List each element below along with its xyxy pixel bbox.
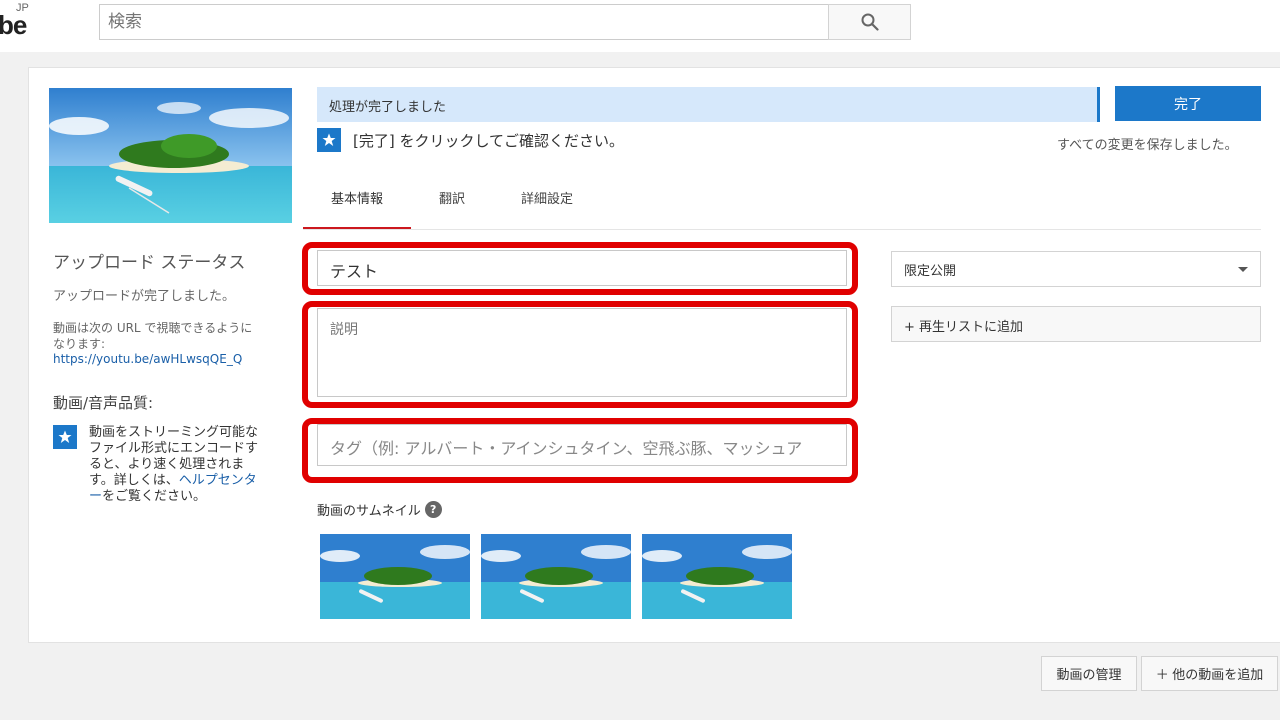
confirm-message: [完了] をクリックしてご確認ください。 xyxy=(317,128,624,152)
thumbnail-label: 動画のサムネイル xyxy=(317,504,421,519)
highlight-box xyxy=(302,242,858,295)
url-description: 動画は次の URL で視聴できるように xyxy=(53,321,253,335)
upload-status-title: アップロード ステータス xyxy=(53,253,246,273)
edit-tabs: 基本情報 翻訳 詳細設定 xyxy=(303,174,601,230)
search-button[interactable] xyxy=(828,4,911,40)
quality-text-line: ると、より速く処理されま xyxy=(89,457,245,472)
quality-text-line: をご覧ください。 xyxy=(102,489,207,504)
quality-info: 動画をストリーミング可能な ファイル形式にエンコードす ると、より速く処理されま… xyxy=(53,425,288,505)
privacy-select[interactable]: 限定公開 xyxy=(891,251,1261,287)
chevron-down-icon xyxy=(1238,266,1248,272)
quality-text-line: 動画をストリーミング可能な xyxy=(89,425,259,440)
video-preview-image xyxy=(49,88,292,223)
top-bar: be JP xyxy=(0,0,1280,52)
upload-complete-text: アップロードが完了しました。 xyxy=(53,289,236,304)
youtube-logo[interactable]: be xyxy=(0,10,27,41)
star-icon xyxy=(317,128,341,152)
url-description-cont: なります: xyxy=(53,337,106,351)
logo-region-label: JP xyxy=(16,2,29,14)
help-icon[interactable]: ? xyxy=(424,501,442,518)
search-input[interactable] xyxy=(99,4,829,40)
done-button[interactable]: 完了 xyxy=(1115,86,1261,121)
add-more-videos-button[interactable]: ＋ 他の動画を追加 xyxy=(1141,656,1278,691)
help-center-link[interactable]: ヘルプセンタ xyxy=(179,473,257,488)
thumbnail-option[interactable] xyxy=(320,534,470,619)
video-url-link[interactable]: https://youtu.be/awHLwsqQE_Q xyxy=(53,352,288,366)
upload-status-column: アップロード ステータス アップロードが完了しました。 動画は次の URL で視… xyxy=(53,248,288,505)
thumbnail-section-title: 動画のサムネイル ? xyxy=(317,500,442,519)
highlight-box xyxy=(302,418,858,483)
tab-translation[interactable]: 翻訳 xyxy=(411,174,493,230)
privacy-value: 限定公開 xyxy=(904,263,957,279)
quality-text-line: ファイル形式にエンコードす xyxy=(89,441,259,456)
help-center-link-cont[interactable]: ー xyxy=(89,489,102,504)
quality-text-line: す。詳しくは、 xyxy=(89,473,179,488)
tab-advanced-settings[interactable]: 詳細設定 xyxy=(493,174,601,230)
tabs-divider xyxy=(303,229,1261,230)
quality-title: 動画/音声品質: xyxy=(53,394,154,412)
manage-videos-button[interactable]: 動画の管理 xyxy=(1041,656,1137,691)
confirm-text: [完了] をクリックしてご確認ください。 xyxy=(353,131,625,150)
search-icon xyxy=(861,13,879,31)
upload-panel: アップロード ステータス アップロードが完了しました。 動画は次の URL で視… xyxy=(28,67,1280,643)
tab-basic-info[interactable]: 基本情報 xyxy=(303,174,412,230)
thumbnail-option[interactable] xyxy=(481,534,631,619)
saved-status-text: すべての変更を保存しました。 xyxy=(1057,138,1238,153)
thumbnail-option[interactable] xyxy=(642,534,792,619)
processing-status-bar: 処理が完了しました xyxy=(317,87,1100,122)
add-to-playlist-button[interactable]: + 再生リストに追加 xyxy=(891,306,1261,342)
highlight-box xyxy=(302,301,858,408)
star-icon xyxy=(53,425,77,449)
